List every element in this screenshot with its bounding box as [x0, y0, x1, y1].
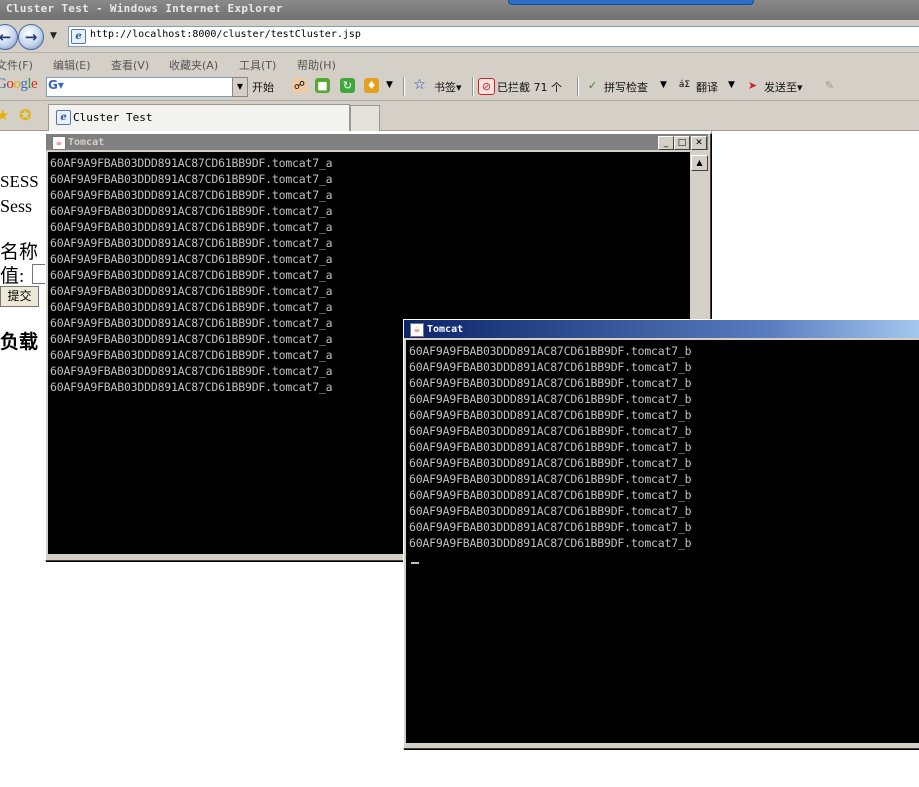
- console-b-titlebar[interactable]: [404, 320, 919, 338]
- console-line: 60AF9A9FBAB03DDD891AC87CD61BB9DF.tomcat7…: [50, 268, 333, 282]
- bookmark-tag-icon[interactable]: ☍: [292, 78, 307, 93]
- console-a-title: Tomcat: [68, 137, 105, 148]
- popup-blocked-icon[interactable]: ⊘: [478, 78, 495, 95]
- session-text: Sess: [0, 196, 33, 216]
- page-divider: [711, 130, 712, 230]
- console-line: 60AF9A9FBAB03DDD891AC87CD61BB9DF.tomcat7…: [409, 408, 692, 422]
- console-line: 60AF9A9FBAB03DDD891AC87CD61BB9DF.tomcat7…: [50, 188, 333, 202]
- google-logo: Google: [0, 76, 38, 92]
- spellcheck-dropdown[interactable]: ▼: [660, 80, 667, 90]
- console-line: 60AF9A9FBAB03DDD891AC87CD61BB9DF.tomcat7…: [409, 392, 692, 406]
- console-line: 60AF9A9FBAB03DDD891AC87CD61BB9DF.tomcat7…: [50, 252, 333, 266]
- console-line: 60AF9A9FBAB03DDD891AC87CD61BB9DF.tomcat7…: [409, 344, 692, 358]
- console-line: 60AF9A9FBAB03DDD891AC87CD61BB9DF.tomcat7…: [409, 376, 692, 390]
- scroll-up-icon[interactable]: ▲: [691, 155, 708, 171]
- console-line: 60AF9A9FBAB03DDD891AC87CD61BB9DF.tomcat7…: [50, 236, 333, 250]
- google-g-icon[interactable]: G▾: [48, 78, 64, 92]
- translate-dropdown[interactable]: ▼: [728, 80, 735, 90]
- toolbar-more-dropdown[interactable]: ▼: [386, 80, 393, 90]
- console-line: 60AF9A9FBAB03DDD891AC87CD61BB9DF.tomcat7…: [409, 488, 692, 502]
- history-dropdown-icon[interactable]: ▼: [50, 31, 57, 41]
- puzzle-icon[interactable]: ♦: [364, 78, 379, 93]
- toolbar-separator: [577, 77, 579, 96]
- google-search-input[interactable]: [46, 77, 234, 97]
- translate-button[interactable]: 翻译: [696, 79, 718, 95]
- arrow-left-icon: ←: [0, 28, 12, 46]
- console-cursor: [411, 562, 419, 564]
- console-line: 60AF9A9FBAB03DDD891AC87CD61BB9DF.tomcat7…: [409, 440, 692, 454]
- console-line: 60AF9A9FBAB03DDD891AC87CD61BB9DF.tomcat7…: [50, 300, 333, 314]
- menu-view[interactable]: 查看(V): [111, 57, 149, 73]
- console-a-titlebar[interactable]: [46, 134, 708, 150]
- menu-tools[interactable]: 工具(T): [239, 57, 276, 73]
- send-to-button[interactable]: 发送至▾: [764, 79, 803, 95]
- maximize-button[interactable]: □: [674, 136, 690, 150]
- java-icon: ☕: [52, 136, 66, 150]
- green-swirl-icon[interactable]: ↻: [340, 78, 355, 93]
- star-icon[interactable]: ☆: [412, 78, 427, 93]
- menu-file[interactable]: 文件(F): [0, 57, 33, 73]
- toolbar-separator: [472, 77, 474, 96]
- load-label: 负载: [0, 332, 39, 353]
- toolbar-separator: [403, 77, 405, 96]
- popup-blocked-button[interactable]: 已拦截 71 个: [497, 79, 562, 95]
- address-url[interactable]: http://localhost:8000/cluster/testCluste…: [90, 29, 361, 40]
- translate-icon[interactable]: áΣ: [677, 78, 692, 93]
- console-line: 60AF9A9FBAB03DDD891AC87CD61BB9DF.tomcat7…: [50, 220, 333, 234]
- console-b-title: Tomcat: [427, 324, 464, 335]
- titlebar-highlight: [508, 0, 754, 5]
- add-favorite-icon[interactable]: ✪: [19, 106, 32, 124]
- tab-label: Cluster Test: [73, 111, 153, 124]
- console-line: 60AF9A9FBAB03DDD891AC87CD61BB9DF.tomcat7…: [50, 156, 333, 170]
- menu-favorites[interactable]: 收藏夹(A): [169, 57, 218, 73]
- console-b-output: 60AF9A9FBAB03DDD891AC87CD61BB9DF.tomcat7…: [406, 340, 919, 743]
- menu-help[interactable]: 帮助(H): [297, 57, 336, 73]
- minimize-button[interactable]: _: [658, 136, 674, 150]
- console-line: 60AF9A9FBAB03DDD891AC87CD61BB9DF.tomcat7…: [409, 536, 692, 550]
- google-start-button[interactable]: 开始: [252, 79, 274, 95]
- console-line: 60AF9A9FBAB03DDD891AC87CD61BB9DF.tomcat7…: [409, 504, 692, 518]
- console-line: 60AF9A9FBAB03DDD891AC87CD61BB9DF.tomcat7…: [50, 204, 333, 218]
- name-label: 名称: [0, 242, 39, 263]
- arrow-right-icon: →: [24, 28, 38, 46]
- bookmarks-button[interactable]: 书签▾: [434, 79, 462, 95]
- console-line: 60AF9A9FBAB03DDD891AC87CD61BB9DF.tomcat7…: [409, 360, 692, 374]
- google-search-dropdown[interactable]: ▼: [232, 77, 248, 97]
- console-line: 60AF9A9FBAB03DDD891AC87CD61BB9DF.tomcat7…: [409, 520, 692, 534]
- spellcheck-icon[interactable]: ✓: [585, 78, 600, 93]
- close-button[interactable]: ✕: [691, 136, 707, 150]
- console-line: 60AF9A9FBAB03DDD891AC87CD61BB9DF.tomcat7…: [409, 472, 692, 486]
- console-line: 60AF9A9FBAB03DDD891AC87CD61BB9DF.tomcat7…: [50, 284, 333, 298]
- ie-page-icon: e: [71, 29, 86, 44]
- forward-button[interactable]: →: [18, 24, 44, 50]
- browser-title: Cluster Test - Windows Internet Explorer: [6, 2, 283, 15]
- send-to-icon[interactable]: ➤: [745, 78, 760, 93]
- java-icon: ☕: [410, 323, 424, 337]
- ie-page-icon: e: [56, 110, 71, 125]
- menu-edit[interactable]: 编辑(E): [53, 57, 91, 73]
- session-label: SESS: [0, 172, 39, 191]
- new-tab-button[interactable]: [350, 105, 380, 131]
- console-line: 60AF9A9FBAB03DDD891AC87CD61BB9DF.tomcat7…: [409, 456, 692, 470]
- console-line: 60AF9A9FBAB03DDD891AC87CD61BB9DF.tomcat7…: [409, 424, 692, 438]
- spellcheck-button[interactable]: 拼写检查: [604, 79, 648, 95]
- favorites-center-icon[interactable]: ★: [0, 106, 9, 124]
- value-label: 值:: [0, 266, 25, 287]
- console-line: 60AF9A9FBAB03DDD891AC87CD61BB9DF.tomcat7…: [50, 172, 333, 186]
- submit-button[interactable]: 提交: [0, 286, 39, 307]
- pagerank-icon[interactable]: ■: [315, 78, 330, 93]
- settings-wrench-icon[interactable]: ✎: [822, 78, 837, 93]
